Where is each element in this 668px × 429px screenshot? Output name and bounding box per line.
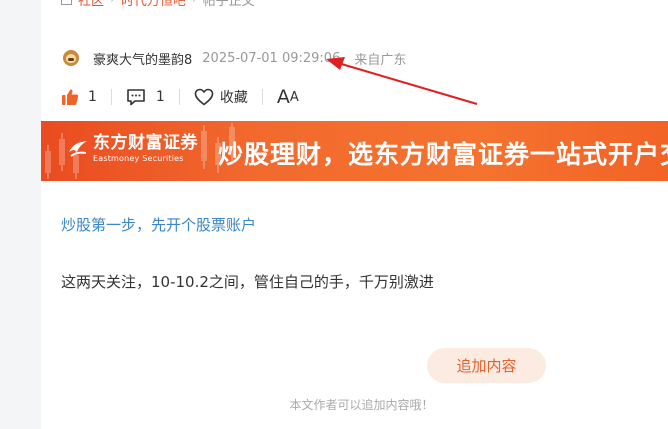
post-page: 社区 › 时代万恒吧 › 帖子正文 豪爽大气的墨韵8 2025-07-01 09…	[41, 0, 668, 429]
favorite-button[interactable]: 收藏	[194, 87, 248, 107]
post-body: 这两天关注，10-10.2之间，管住自己的手，千万别激进	[61, 273, 434, 291]
breadcrumb: 社区 › 时代万恒吧 › 帖子正文	[61, 0, 255, 9]
comment-button[interactable]: 1	[126, 88, 165, 106]
bull-avatar-icon[interactable]	[63, 50, 79, 66]
ad-banner[interactable]: 东方财富证券 Eastmoney Securities 炒股理财，选东方财富证券…	[41, 121, 668, 181]
chevron-right-icon: ›	[192, 0, 197, 6]
chevron-right-icon: ›	[110, 0, 115, 6]
breadcrumb-item-bar[interactable]: 时代万恒吧	[121, 0, 186, 9]
logo-en-text: Eastmoney Securities	[93, 154, 184, 163]
font-size-toggle[interactable]: AA	[277, 86, 299, 108]
font-size-small-glyph: A	[289, 89, 299, 105]
like-button[interactable]: 1	[61, 88, 97, 106]
divider	[178, 89, 180, 105]
post-location: 来自广东	[354, 52, 407, 68]
like-count: 1	[88, 89, 97, 105]
comment-icon	[127, 89, 145, 106]
favorite-label: 收藏	[219, 90, 248, 106]
open-account-link[interactable]: 炒股第一步，先开个股票账户	[61, 214, 256, 235]
breadcrumb-item-community[interactable]: 社区	[78, 0, 104, 9]
banner-slogan: 炒股理财，选东方财富证券一站式开户交	[218, 140, 668, 169]
comment-count: 1	[155, 89, 165, 105]
font-size-large-glyph: A	[276, 86, 290, 108]
append-content-button[interactable]: 追加内容	[427, 348, 546, 383]
append-hint: 本文作者可以追加内容哦！	[289, 398, 434, 412]
eastmoney-logo-icon	[69, 141, 87, 157]
action-bar: 1 1 收藏 AA	[61, 85, 299, 109]
author-row: 豪爽大气的墨韵8 2025-07-01 09:29:06 来自广东	[63, 48, 406, 68]
eastmoney-logo: 东方财富证券 Eastmoney Securities	[67, 135, 198, 163]
heart-icon	[194, 88, 214, 106]
breadcrumb-item-current: 帖子正文	[202, 0, 255, 9]
thumbs-up-icon	[62, 89, 79, 105]
divider	[110, 89, 112, 105]
divider	[261, 89, 263, 105]
logo-cn-text: 东方财富证券	[93, 133, 198, 153]
post-time: 2025-07-01 09:29:06	[202, 50, 341, 66]
author-name[interactable]: 豪爽大气的墨韵8	[93, 49, 192, 68]
home-icon[interactable]	[61, 0, 72, 5]
